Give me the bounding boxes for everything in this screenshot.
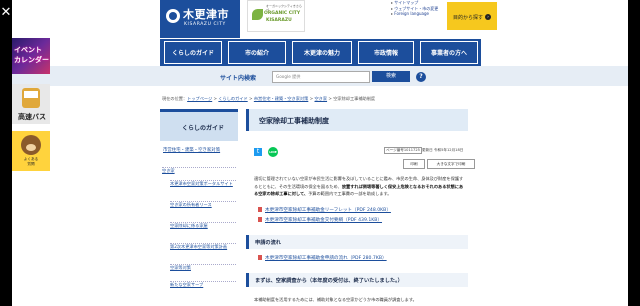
updated-date: 更新日 令和5年12月18日 bbox=[422, 148, 464, 152]
section-heading-survey-text: まずは、空家調査から（本年度の受付は、終了いたしました。） bbox=[255, 278, 403, 284]
left-menu-header: くらしのガイド bbox=[160, 109, 238, 141]
leaf-icon bbox=[252, 9, 263, 20]
twitter-share-icon[interactable]: t bbox=[254, 148, 262, 156]
page-title: 空家除却工事補助制度 bbox=[259, 117, 329, 125]
left-menu-item[interactable]: 空き家 bbox=[162, 167, 236, 174]
left-menu-item[interactable]: 第2次木更津市空家等対策計画 bbox=[170, 243, 236, 250]
foreign-language-link[interactable]: Foreign language bbox=[391, 11, 438, 17]
search-input[interactable]: Google 提供 bbox=[272, 71, 370, 83]
section-heading-survey: まずは、空家調査から（本年度の受付は、終了いたしました。） bbox=[246, 273, 468, 287]
search-button[interactable]: 検索 bbox=[372, 71, 410, 82]
survey-text: 本補助制度を活用するためには、補助対象となる空家かどうか市の職員が調査します。 bbox=[254, 297, 417, 302]
event-calendar-label: イベント カレンダー bbox=[14, 46, 49, 64]
breadcrumb-prefix: 現在の位置： bbox=[162, 96, 188, 101]
left-menu-title: くらしのガイド bbox=[182, 125, 225, 132]
nav-city-intro[interactable]: 市の紹介 bbox=[228, 41, 286, 64]
city-emblem-icon bbox=[166, 9, 180, 23]
bear-mascot-icon bbox=[21, 135, 41, 155]
event-calendar-banner[interactable]: イベント カレンダー bbox=[12, 38, 50, 74]
breadcrumb-vacant-house[interactable]: 空き家 bbox=[314, 96, 327, 101]
nav-attractions[interactable]: 木更津の魅力 bbox=[292, 41, 352, 64]
search-placeholder: Google 提供 bbox=[276, 74, 301, 79]
organic-city-banner[interactable]: オーガニックシティきさらづ ORGANIC CITY KISARAZU bbox=[247, 0, 305, 32]
left-menu-item[interactable]: 新たな空家サーブ bbox=[170, 281, 236, 288]
left-menu-item[interactable]: 空家等対策 bbox=[170, 264, 236, 271]
nav-living-guide[interactable]: くらしのガイド bbox=[164, 41, 222, 64]
organic-subtitle: KISARAZU bbox=[266, 18, 292, 23]
page-title-box: 空家除却工事補助制度 bbox=[246, 109, 468, 131]
breadcrumb-home[interactable]: トップページ bbox=[187, 96, 212, 101]
city-logo[interactable]: 木更津市 KISARAZU CITY bbox=[160, 0, 240, 38]
find-by-purpose-label: 目的から探す bbox=[453, 15, 484, 21]
breadcrumb-housing[interactable]: 市営住宅・建築・空き家対策 bbox=[254, 96, 308, 101]
arrow-right-icon: › bbox=[485, 14, 491, 20]
logo-subtext: KISARAZU CITY bbox=[184, 22, 226, 27]
print-large-button[interactable]: 大きな文字で印刷 bbox=[427, 159, 475, 169]
highway-bus-banner[interactable]: 高速バス bbox=[12, 84, 50, 124]
breadcrumb: 現在の位置：トップページ > くらしのガイド > 市営住宅・建築・空き家対策 >… bbox=[162, 96, 376, 101]
close-icon[interactable]: ✕ bbox=[0, 6, 12, 20]
left-menu-item[interactable]: 空家除却に係る家屋 bbox=[170, 222, 236, 229]
bus-icon bbox=[22, 88, 40, 108]
nav-business[interactable]: 事業者の方へ bbox=[420, 41, 478, 64]
highway-bus-label: 高速バス bbox=[18, 113, 46, 121]
nav-city-info[interactable]: 市政情報 bbox=[358, 41, 414, 64]
left-menu-item[interactable]: 木更津市空家対策ポータルサイト bbox=[170, 180, 236, 187]
faq-banner[interactable]: よくある 質問 bbox=[12, 131, 50, 171]
left-menu: くらしのガイド 市営住宅・建築・空き家対策 空き家 木更津市空家対策ポータルサイ… bbox=[160, 109, 238, 306]
site-search-label: サイト内検索 bbox=[220, 75, 257, 82]
help-icon[interactable]: ? bbox=[416, 72, 426, 82]
section-heading-flow-text: 申請の流れ bbox=[255, 240, 281, 246]
page-number: ページ番号1011725 bbox=[384, 147, 422, 154]
pdf-flow-link[interactable]: 木更津市空家除却工事補助金申請の流れ（PDF 280.7KB） bbox=[258, 255, 387, 261]
logo-text: 木更津市 bbox=[183, 8, 229, 21]
pdf-guidelines-link[interactable]: 木更津市空家除却工事補助金交付要綱（PDF 439.1KB） bbox=[258, 217, 382, 223]
page: 木更津市 KISARAZU CITY オーガニックシティきさらづ ORGANIC… bbox=[12, 0, 628, 306]
site-header: 木更津市 KISARAZU CITY オーガニックシティきさらづ ORGANIC… bbox=[160, 0, 497, 38]
find-by-purpose-button[interactable]: 目的から探す › bbox=[447, 2, 497, 30]
main-content: 空家除却工事補助制度 t LINE ページ番号1011725 更新日 令和5年1… bbox=[246, 109, 475, 306]
left-menu-item[interactable]: 空き家の所有者リース bbox=[170, 201, 236, 208]
intro-end: 予算の範囲内で工事費の一部を助成します。 bbox=[308, 191, 392, 196]
header-links: サイトマップ ウェブサイト・市の変更 Foreign language bbox=[391, 0, 438, 17]
breadcrumb-living-guide[interactable]: くらしのガイド bbox=[218, 96, 247, 101]
intro-text: 適切に管理されていない空家が市民生活に影響を及ぼしていることに鑑み、市民の生命、… bbox=[254, 175, 464, 198]
pdf-leaflet-link[interactable]: 木更津市空家除却工事補助金リーフレット（PDF 248.0KB） bbox=[258, 207, 391, 213]
line-share-icon[interactable]: LINE bbox=[268, 147, 278, 157]
global-nav: くらしのガイド 市の紹介 木更津の魅力 市政情報 事業者の方へ bbox=[160, 39, 481, 66]
left-menu-category[interactable]: 市営住宅・建築・空き家対策 bbox=[163, 147, 235, 154]
breadcrumb-current: 空家除却工事補助制度 bbox=[333, 96, 376, 101]
faq-label: よくある 質問 bbox=[23, 157, 39, 166]
organic-title: ORGANIC CITY bbox=[264, 11, 301, 16]
section-heading-flow: 申請の流れ bbox=[246, 235, 468, 249]
print-button[interactable]: 印刷 bbox=[403, 159, 425, 169]
